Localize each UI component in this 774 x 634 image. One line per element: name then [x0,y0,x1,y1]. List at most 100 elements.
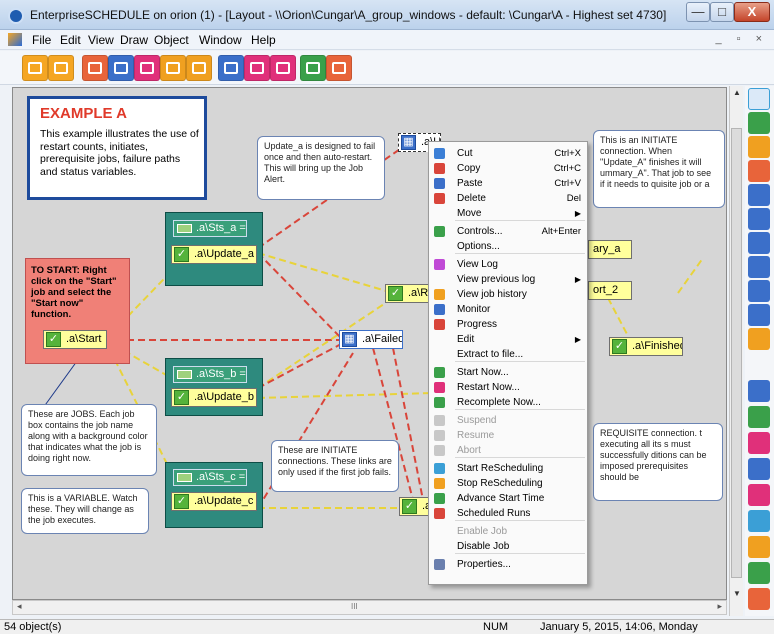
text-tool-icon[interactable] [748,304,770,326]
variable-sts-a[interactable]: .a\Sts_a = [173,220,247,237]
chart-icon[interactable] [748,484,770,506]
minimize-button[interactable]: — [686,2,710,22]
menu-item-view-previous-log[interactable]: View previous log ▶ [429,272,587,287]
reschedule-icon[interactable] [748,510,770,532]
job-update-b[interactable]: ✓ .a\Update_b [171,388,257,407]
menu-item-start-rescheduling[interactable]: Start ReScheduling [429,461,587,476]
menu-item-view-log[interactable]: View Log [429,257,587,272]
job-report-2[interactable]: ort_2 [588,281,632,300]
job-finished[interactable]: ✓ .a\Finished [609,337,683,356]
variable-tool-icon[interactable] [748,160,770,182]
job-start[interactable]: ✓ .a\Start [43,330,107,349]
chain-icon[interactable] [748,328,770,350]
job-update-c[interactable]: ✓ .a\Update_c [171,492,257,511]
menu-item-options[interactable]: Options... [429,239,587,254]
log-icon[interactable] [186,55,212,81]
menu-view[interactable]: View [88,33,114,47]
job-summary-a[interactable]: ary_a [588,240,632,259]
menu-item-recomplete-now[interactable]: Recomplete Now... [429,395,587,410]
monitor-icon[interactable] [748,458,770,480]
menu-item-properties[interactable]: Properties... [429,557,587,572]
layout-canvas[interactable]: EXAMPLE A This example illustrates the u… [12,87,727,600]
paste-icon[interactable] [270,55,296,81]
menu-item-scheduled-runs[interactable]: Scheduled Runs [429,506,587,521]
variable-sts-c[interactable]: .a\Sts_c = [173,469,247,486]
rectangle-tool-icon[interactable] [748,208,770,230]
scroll-up-arrow-icon[interactable]: ▲ [733,88,741,97]
app-icon [8,8,24,24]
job-label: .a\Finished [632,340,683,352]
job-label: .a\Update_c [194,495,254,507]
document-icon[interactable] [8,33,22,46]
scroll-left-arrow-icon[interactable]: ◂ [17,601,22,612]
scroll-thumb[interactable] [731,128,742,578]
menu-item-extract-to-file[interactable]: Extract to file... [429,347,587,362]
advance-icon[interactable] [748,562,770,584]
print-icon[interactable] [300,55,326,81]
scroll-thumb-grip[interactable]: III [351,602,358,611]
menu-help[interactable]: Help [251,33,276,47]
menu-item-copy[interactable]: Copy Ctrl+C [429,161,587,176]
report-icon[interactable] [748,432,770,454]
submenu-arrow-icon: ▶ [574,209,581,218]
cut-icon[interactable] [218,55,244,81]
menu-file[interactable]: File [32,33,51,47]
vertical-scrollbar[interactable]: ▲ ▼ [729,86,743,616]
menu-item-controls[interactable]: Controls... Alt+Enter [429,224,587,239]
menu-separator [455,457,585,458]
scroll-right-arrow-icon[interactable]: ▸ [717,601,722,612]
menu-item-cut[interactable]: Cut Ctrl+X [429,146,587,161]
menu-item-progress[interactable]: Progress [429,317,587,332]
pointer-icon[interactable] [748,88,770,110]
document-icon[interactable] [160,55,186,81]
job-failed[interactable]: ▦ .a\Failed [339,330,403,349]
menu-separator [455,220,585,221]
menu-object[interactable]: Object [154,33,189,47]
save-glyph [54,62,68,74]
log-icon [434,259,445,270]
menu-item-start-now[interactable]: Start Now... [429,365,587,380]
menu-item-label: Cut [457,148,473,159]
open-icon[interactable] [22,55,48,81]
variable-sts-b[interactable]: .a\Sts_b = [173,366,247,383]
close-button[interactable]: X [734,2,770,22]
menu-item-delete[interactable]: Delete Del [429,191,587,206]
help-icon[interactable] [326,55,352,81]
menu-edit[interactable]: Edit [60,33,81,47]
job-tool-icon[interactable] [748,136,770,158]
menu-window[interactable]: Window [199,33,242,47]
menu-draw[interactable]: Draw [120,33,148,47]
run-icon[interactable] [748,406,770,428]
horizontal-scrollbar[interactable]: ◂ III ▸ [12,600,727,615]
menu-item-stop-rescheduling[interactable]: Stop ReScheduling [429,476,587,491]
menu-item-edit[interactable]: Edit ▶ [429,332,587,347]
copy-icon[interactable] [244,55,270,81]
polygon-tool-icon[interactable] [748,280,770,302]
scroll-down-arrow-icon[interactable]: ▼ [733,589,741,598]
log-list-icon[interactable] [748,380,770,402]
menu-separator [455,409,585,410]
rounded-rect-icon[interactable] [748,232,770,254]
menu-item-monitor[interactable]: Monitor [429,302,587,317]
stop-reschedule-icon[interactable] [748,536,770,558]
link-icon[interactable] [748,112,770,134]
layout-icon[interactable] [108,55,134,81]
check-icon: ✓ [402,499,417,514]
menu-item-disable-job[interactable]: Disable Job [429,539,587,554]
menu-item-label: View job history [457,289,527,300]
calendar-icon[interactable] [748,588,770,610]
menu-item-advance-start-time[interactable]: Advance Start Time [429,491,587,506]
menu-item-view-job-history[interactable]: View job history [429,287,587,302]
ellipse-tool-icon[interactable] [748,256,770,278]
maximize-button[interactable]: □ [710,2,734,22]
menu-item-paste[interactable]: Paste Ctrl+V [429,176,587,191]
print-glyph [306,62,320,74]
line-tool-icon[interactable] [748,184,770,206]
menu-item-restart-now[interactable]: Restart Now... [429,380,587,395]
save-icon[interactable] [48,55,74,81]
mdi-window-controls[interactable]: _ ▫ × [715,33,768,45]
run-icon[interactable] [134,55,160,81]
menu-item-move[interactable]: Move ▶ [429,206,587,221]
job-update-a[interactable]: ✓ .a\Update_a [171,245,257,264]
find-icon[interactable] [82,55,108,81]
